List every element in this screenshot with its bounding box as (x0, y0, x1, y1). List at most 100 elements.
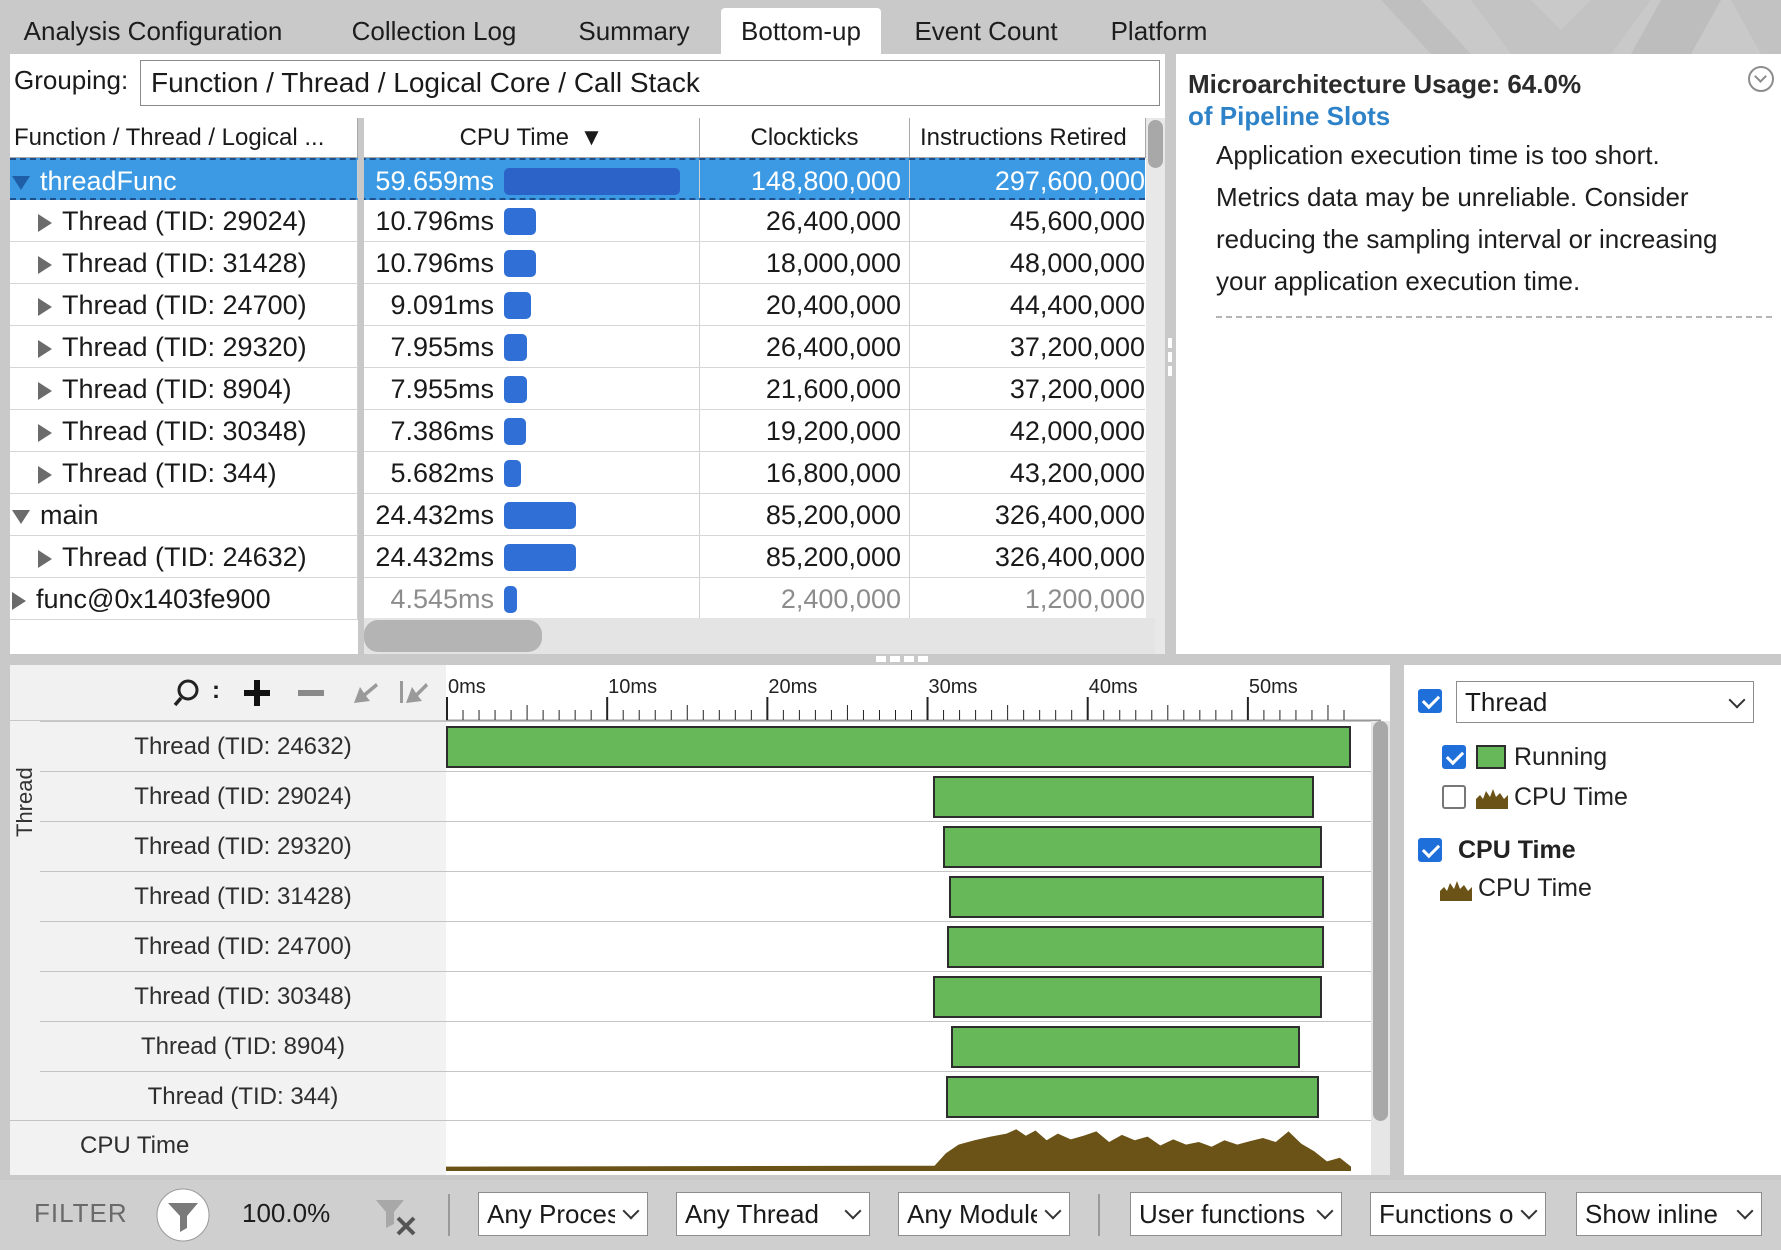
timeline-thread-label[interactable]: Thread (TID: 8904) (40, 1021, 446, 1071)
timeline-thread-lane[interactable] (446, 971, 1381, 1021)
grid-cell-cpu-time: 5.682ms (364, 452, 700, 493)
thread-filter-value: Any Thread (685, 1199, 819, 1229)
expand-triangle-icon[interactable] (38, 255, 52, 274)
tab-event-count[interactable]: Event Count (900, 8, 1072, 54)
timeline-thread-lane[interactable] (446, 1071, 1381, 1121)
timeline-thread-label[interactable]: Thread (TID: 344) (40, 1071, 446, 1121)
timeline-thread-label[interactable]: Thread (TID: 24700) (40, 921, 446, 971)
timeline-thread-label[interactable]: Thread (TID: 29320) (40, 821, 446, 871)
grid-cell-clockticks: 26,400,000 (700, 326, 910, 367)
timeline-thread-label[interactable]: Thread (TID: 24632) (40, 721, 446, 771)
zoom-out-minus-icon[interactable] (296, 678, 326, 708)
filter-funnel-icon[interactable] (156, 1188, 210, 1242)
collapse-triangle-icon[interactable] (12, 509, 30, 524)
running-state-bar[interactable] (932, 976, 1323, 1018)
running-state-bar[interactable] (446, 726, 1351, 768)
running-state-bar[interactable] (947, 926, 1324, 968)
timeline-thread-lane[interactable] (446, 921, 1381, 971)
horizontal-panel-splitter-handle[interactable] (872, 654, 932, 664)
tab-platform[interactable]: Platform (1100, 8, 1218, 54)
grid-row[interactable]: Thread (TID: 344) 5.682ms 16,800,000 43,200… (10, 452, 1145, 494)
thread-filter-select[interactable]: Any Thread (676, 1192, 870, 1236)
grid-row[interactable]: main 24.432ms 85,200,000 326,400,000 (10, 494, 1145, 536)
tab-collection-log[interactable]: Collection Log (340, 8, 528, 54)
running-state-bar[interactable] (942, 826, 1323, 868)
expand-triangle-icon[interactable] (38, 549, 52, 568)
chevron-down-icon (1728, 691, 1746, 709)
tab-bottom-up[interactable]: Bottom-up (721, 8, 881, 54)
undo-zoom-icon[interactable] (350, 677, 380, 707)
expand-triangle-icon[interactable] (38, 213, 52, 232)
timeline-thread-lane[interactable] (446, 771, 1381, 821)
timeline-thread-lane[interactable] (446, 871, 1381, 921)
column-splitter[interactable] (358, 118, 364, 658)
legend-group-select[interactable]: Thread (1456, 681, 1754, 723)
expand-triangle-icon[interactable] (38, 465, 52, 484)
cpu-time-bar (504, 502, 577, 529)
grid-row[interactable]: threadFunc 59.659ms 148,800,000 297,600,000 (10, 158, 1145, 200)
info-body-line: Metrics data may be unreliable. Consider (1216, 182, 1689, 212)
inline-mode-select[interactable]: Show inline (1576, 1192, 1762, 1236)
grid-vertical-scroll-thumb[interactable] (1148, 120, 1163, 168)
expand-triangle-icon[interactable] (12, 591, 26, 610)
collapse-chevron-icon[interactable] (1748, 66, 1774, 92)
call-stack-mode-value: User functions (1139, 1199, 1306, 1229)
grid-row[interactable]: Thread (TID: 8904) 7.955ms 21,600,000 37,20… (10, 368, 1145, 410)
clear-filter-icon[interactable] (372, 1194, 422, 1240)
functions-mode-value: Functions only (1379, 1199, 1513, 1229)
zoom-search-icon[interactable] (172, 675, 208, 711)
thread-cpu-time-checkbox[interactable] (1442, 785, 1466, 809)
grid-row[interactable]: Thread (TID: 31428) 10.796ms 18,000,000 48,… (10, 242, 1145, 284)
timeline-thread-label[interactable]: Thread (TID: 31428) (40, 871, 446, 921)
timeline-vertical-scroll-thumb[interactable] (1373, 721, 1388, 1121)
grid-cell-function: main (10, 494, 358, 535)
call-stack-mode-select[interactable]: User functions (1130, 1192, 1342, 1236)
grid-row[interactable]: func@0x1403fe900 4.545ms 2,400,000 1,200,00… (10, 578, 1145, 620)
expand-triangle-icon[interactable] (38, 381, 52, 400)
function-name: Thread (TID: 30348) (62, 416, 307, 446)
grid-row[interactable]: Thread (TID: 29320) 7.955ms 26,400,000 37,2… (10, 326, 1145, 368)
running-state-bar[interactable] (932, 776, 1315, 818)
column-header-instructions-retired[interactable]: Instructions Retired (910, 118, 1146, 158)
tab-analysis-configuration[interactable]: Analysis Configuration (22, 8, 284, 54)
cpu-time-lane[interactable] (446, 1120, 1371, 1175)
chevron-down-icon (1044, 1202, 1062, 1220)
grid-vertical-scrollbar[interactable] (1146, 118, 1165, 654)
column-header-cpu-time[interactable]: CPU Time ▼ (364, 118, 700, 158)
expand-triangle-icon[interactable] (38, 423, 52, 442)
reset-zoom-icon[interactable] (398, 677, 430, 707)
tab-summary[interactable]: Summary (562, 8, 706, 54)
timeline-thread-label[interactable]: Thread (TID: 30348) (40, 971, 446, 1021)
running-checkbox[interactable] (1442, 745, 1466, 769)
grid-horizontal-scroll-thumb[interactable] (364, 620, 542, 652)
expand-triangle-icon[interactable] (38, 297, 52, 316)
timeline-thread-lane[interactable] (446, 1021, 1381, 1071)
column-header-function[interactable]: Function / Thread / Logical ... (10, 118, 358, 158)
info-subtitle-link[interactable]: of Pipeline Slots (1188, 100, 1390, 132)
running-state-bar[interactable] (950, 1026, 1300, 1068)
zoom-in-plus-icon[interactable] (242, 678, 272, 708)
running-state-bar[interactable] (945, 1076, 1319, 1118)
timeline-thread-lane[interactable] (446, 721, 1381, 771)
timeline-thread-label[interactable]: Thread (TID: 29024) (40, 771, 446, 821)
grouping-select[interactable]: Function / Thread / Logical Core / Call … (140, 60, 1160, 106)
column-header-clockticks[interactable]: Clockticks (700, 118, 910, 158)
running-state-bar[interactable] (948, 876, 1324, 918)
collapse-triangle-icon[interactable] (12, 175, 30, 190)
grid-cell-function: Thread (TID: 8904) (10, 368, 358, 409)
time-ruler[interactable]: 0ms 10ms 20ms 30ms 40ms 50ms (446, 665, 1381, 721)
grid-row[interactable]: Thread (TID: 29024) 10.796ms 26,400,000 45,… (10, 200, 1145, 242)
thread-group-checkbox[interactable] (1418, 689, 1442, 713)
timeline-thread-lane[interactable] (446, 821, 1381, 871)
module-filter-select[interactable]: Any Module (898, 1192, 1070, 1236)
grid-cell-instructions-retired: 37,200,000 (1009, 374, 1145, 404)
functions-mode-select[interactable]: Functions only (1370, 1192, 1546, 1236)
grid-row[interactable]: Thread (TID: 24632) 24.432ms 85,200,000 326… (10, 536, 1145, 578)
info-title: Microarchitecture Usage: 64.0% (1188, 68, 1581, 100)
cpu-time-group-checkbox[interactable] (1418, 838, 1442, 862)
process-filter-select[interactable]: Any Process (478, 1192, 648, 1236)
expand-triangle-icon[interactable] (38, 339, 52, 358)
grid-row[interactable]: Thread (TID: 24700) 9.091ms 20,400,000 44,4… (10, 284, 1145, 326)
grid-row[interactable]: Thread (TID: 30348) 7.386ms 19,200,000 42,0… (10, 410, 1145, 452)
vertical-panel-splitter-handle[interactable] (1166, 336, 1174, 392)
